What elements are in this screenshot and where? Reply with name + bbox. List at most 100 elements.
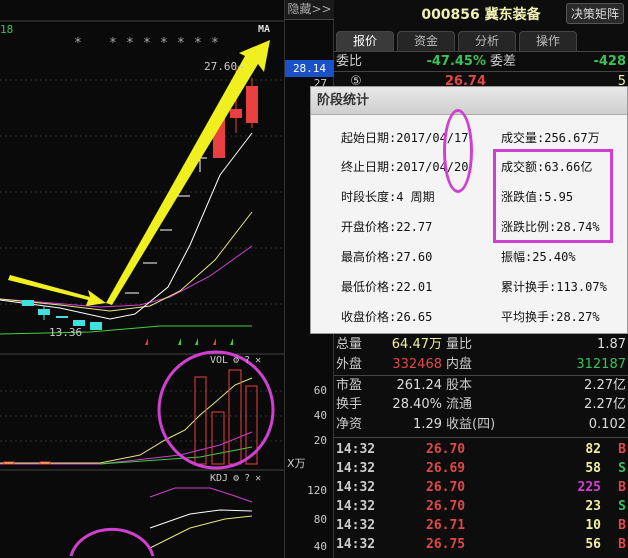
tick-price: 26.71	[426, 518, 466, 533]
low-price: 最低价格:22.01	[341, 280, 433, 294]
tick-price: 26.69	[426, 461, 466, 476]
stat-row: 市盈 261.24 股本 2.27亿	[334, 375, 628, 395]
hide-button[interactable]: 隐藏>>	[285, 0, 334, 20]
tick-time: 14:32	[336, 537, 376, 552]
vol-ma-line	[0, 431, 253, 465]
stat-row: 总量 64.47万 量比 1.87	[334, 335, 628, 355]
tick-price: 26.75	[426, 537, 466, 552]
vol-header: VOL ⚙ ? ✕	[210, 355, 261, 366]
value: -428	[593, 54, 626, 69]
label: 总量	[336, 337, 363, 352]
tick-side: S	[618, 499, 626, 514]
tick-volume: 58	[585, 461, 601, 476]
label: 委差	[490, 54, 517, 69]
tick-side: B	[618, 518, 626, 533]
label: 换手	[336, 397, 363, 412]
vol-unit: X万	[287, 457, 306, 470]
tick-row: 14:32 26.75 56 B	[334, 535, 628, 554]
tick-volume: 225	[577, 480, 601, 495]
value: 261.24	[396, 378, 443, 393]
value: 2.27亿	[584, 397, 626, 412]
highlight-ellipse	[443, 109, 473, 193]
tick-time: 14:32	[336, 518, 376, 533]
asterisk: *	[143, 36, 151, 51]
period-stats-dialog[interactable]: 阶段统计 起始日期:2017/04/17 终止日期:2017/04/20 时段长…	[310, 86, 628, 334]
stock-title: 000856 冀东装备	[421, 7, 541, 23]
close-icon[interactable]: ✕	[255, 473, 261, 484]
decision-matrix-button[interactable]: 决策矩阵	[565, 3, 624, 24]
ma-white-line	[0, 132, 253, 320]
value: 332468	[392, 357, 442, 372]
kdj-header: KDJ ⚙ ? ✕	[210, 473, 261, 484]
tab-funds[interactable]: 资金	[397, 31, 455, 51]
tick-time: 14:32	[336, 461, 376, 476]
label: 市盈	[336, 378, 363, 393]
stats-block: 总量 64.47万 量比 1.87 外盘 332468 内盘 312187 市盈 261.24…	[334, 335, 628, 554]
tick-row: 14:32 26.71 10 B	[334, 516, 628, 535]
amplitude: 振幅:25.40%	[501, 250, 576, 264]
help-icon[interactable]: ?	[244, 473, 250, 484]
asterisk-row: * * * * * * * *	[74, 36, 228, 51]
stock-header: 000856 冀东装备 决策矩阵	[334, 0, 628, 28]
tick-side: S	[618, 461, 626, 476]
highlight-circle	[69, 527, 155, 557]
dialog-title[interactable]: 阶段统计	[311, 87, 627, 115]
label: 内盘	[446, 357, 473, 372]
asterisk: *	[211, 36, 219, 51]
candle	[56, 316, 68, 318]
stat-row: 外盘 332468 内盘 312187	[334, 355, 628, 375]
tab-analysis[interactable]: 分析	[458, 31, 516, 51]
vol-tick: 20	[313, 434, 327, 447]
tick-price: 26.70	[426, 499, 466, 514]
close-icon[interactable]: ✕	[255, 355, 261, 366]
kdj-tick: 80	[313, 513, 327, 526]
vol-tick: 40	[313, 409, 327, 422]
label: 外盘	[336, 357, 363, 372]
tick-row: 14:32 26.70 225 B	[334, 478, 628, 497]
tick-volume: 10	[585, 518, 601, 533]
asterisk: *	[109, 36, 117, 51]
value: 64.47万	[391, 337, 442, 352]
current-price-tag: 28.14	[285, 60, 334, 77]
label: 净资	[336, 417, 363, 432]
kdj-tick: 40	[313, 540, 327, 553]
tick-volume: 82	[585, 442, 601, 457]
kdj-tick: 120	[307, 484, 327, 497]
ma-label[interactable]: MA	[258, 24, 270, 35]
highlight-box	[493, 149, 613, 243]
volume: 成交量:256.67万	[501, 131, 600, 145]
tab-quote[interactable]: 报价	[336, 31, 394, 51]
asterisk: *	[194, 36, 202, 51]
label: 股本	[446, 378, 473, 393]
tick-time: 14:32	[336, 480, 376, 495]
help-icon[interactable]: ?	[244, 355, 250, 366]
signal-flags	[145, 338, 233, 345]
asterisk: *	[160, 36, 168, 51]
value: -47.45%	[426, 54, 486, 69]
value: 1.87	[597, 337, 626, 352]
candle	[90, 322, 102, 330]
tick-volume: 23	[585, 499, 601, 514]
kline-chart[interactable]: 18 MA * * * * * * * * 27.60→ 13.36 VOL ⚙…	[0, 0, 284, 558]
value: 28.40%	[392, 397, 442, 412]
candle	[38, 309, 50, 315]
asterisk: *	[177, 36, 185, 51]
close-price: 收盘价格:26.65	[341, 310, 433, 324]
average-turnover: 平均换手:28.27%	[501, 310, 600, 324]
tab-bar: 报价 资金 分析 操作	[334, 28, 628, 52]
tick-row: 14:32 26.69 58 S	[334, 459, 628, 478]
weibi-row: 委比 -47.45% 委差 -428	[334, 52, 628, 72]
tick-price: 26.70	[426, 480, 466, 495]
value: 0.102	[588, 417, 626, 432]
ma-long-line	[0, 325, 252, 335]
high-price-label: 27.60→	[204, 60, 244, 73]
tab-operation[interactable]: 操作	[519, 31, 577, 51]
gear-icon[interactable]: ⚙	[233, 355, 239, 366]
tick-price: 26.70	[426, 442, 466, 457]
tick-side: B	[618, 442, 626, 457]
label: 收益(四)	[446, 417, 496, 432]
gear-icon[interactable]: ⚙	[233, 473, 239, 484]
chart-value: 18	[0, 23, 14, 36]
asterisk: *	[126, 36, 134, 51]
kdj-label: KDJ	[210, 473, 229, 484]
